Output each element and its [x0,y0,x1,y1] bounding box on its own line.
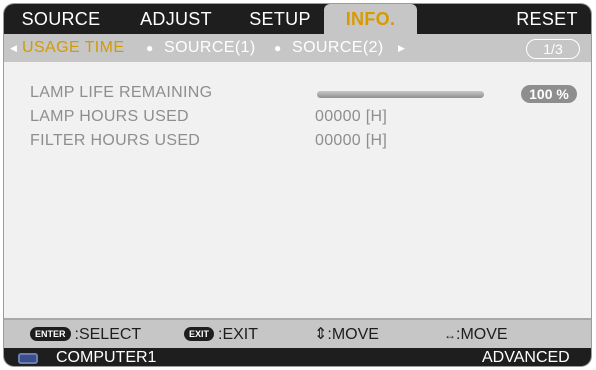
updown-arrow-icon: ⇕ [314,326,328,343]
tab-setup[interactable]: SETUP [244,4,316,34]
status-bar: COMPUTER1 ADVANCED [4,348,591,366]
main-tab-bar: SOURCE ADJUST SETUP INFO. RESET [4,4,591,34]
tab-adjust[interactable]: ADJUST [130,4,222,34]
projector-menu: SOURCE ADJUST SETUP INFO. RESET ◀ USAGE … [4,4,591,366]
filter-hours-label: FILTER HOURS USED [30,132,201,149]
lamp-hours-value: 00000 [H] [315,108,388,125]
filter-hours-value: 00000 [H] [315,132,388,149]
subtab-left-arrow-icon[interactable]: ◀ [10,34,17,62]
tab-source[interactable]: SOURCE [16,4,106,34]
lamp-life-bar-fill [317,91,484,98]
exit-hint-label: :EXIT [218,326,259,343]
hint-select: ENTER:SELECT [30,325,141,345]
hint-exit: EXIT:EXIT [184,325,258,345]
input-source-name: COMPUTER1 [56,349,157,366]
select-hint-label: :SELECT [74,326,142,343]
computer-input-icon [18,353,38,364]
lamp-life-percent: 100 % [521,85,577,103]
lamp-hours-label: LAMP HOURS USED [30,108,189,125]
subtab-source-2[interactable]: SOURCE(2) [292,34,384,62]
tab-reset[interactable]: RESET [512,4,582,34]
leftright-arrow-icon: ↔ [444,328,456,342]
subtab-source-1[interactable]: SOURCE(1) [164,34,256,62]
enter-key-icon: ENTER [30,327,71,341]
footer: ENTER:SELECT EXIT:EXIT ⇕:MOVE ↔:MOVE COM… [4,318,591,366]
lamp-life-bar [317,91,484,98]
info-panel: LAMP LIFE REMAINING 100 % LAMP HOURS USE… [4,62,591,318]
menu-mode: ADVANCED [482,349,570,366]
subtab-right-arrow-icon[interactable]: ▶ [398,34,405,62]
separator-dot-icon: ● [146,41,154,55]
move-horizontal-label: :MOVE [456,326,508,343]
sub-tab-bar: ◀ USAGE TIME ● SOURCE(1) ● SOURCE(2) ▶ 1… [4,34,591,62]
separator-dot-icon: ● [274,41,282,55]
tab-info[interactable]: INFO. [324,4,417,34]
subtab-usage-time[interactable]: USAGE TIME [22,34,124,62]
move-vertical-label: :MOVE [327,326,379,343]
page-indicator: 1/3 [526,39,580,59]
exit-key-icon: EXIT [184,327,215,341]
hint-move-vertical: ⇕:MOVE [314,325,379,345]
hint-move-horizontal: ↔:MOVE [444,325,508,345]
lamp-life-label: LAMP LIFE REMAINING [30,84,213,101]
